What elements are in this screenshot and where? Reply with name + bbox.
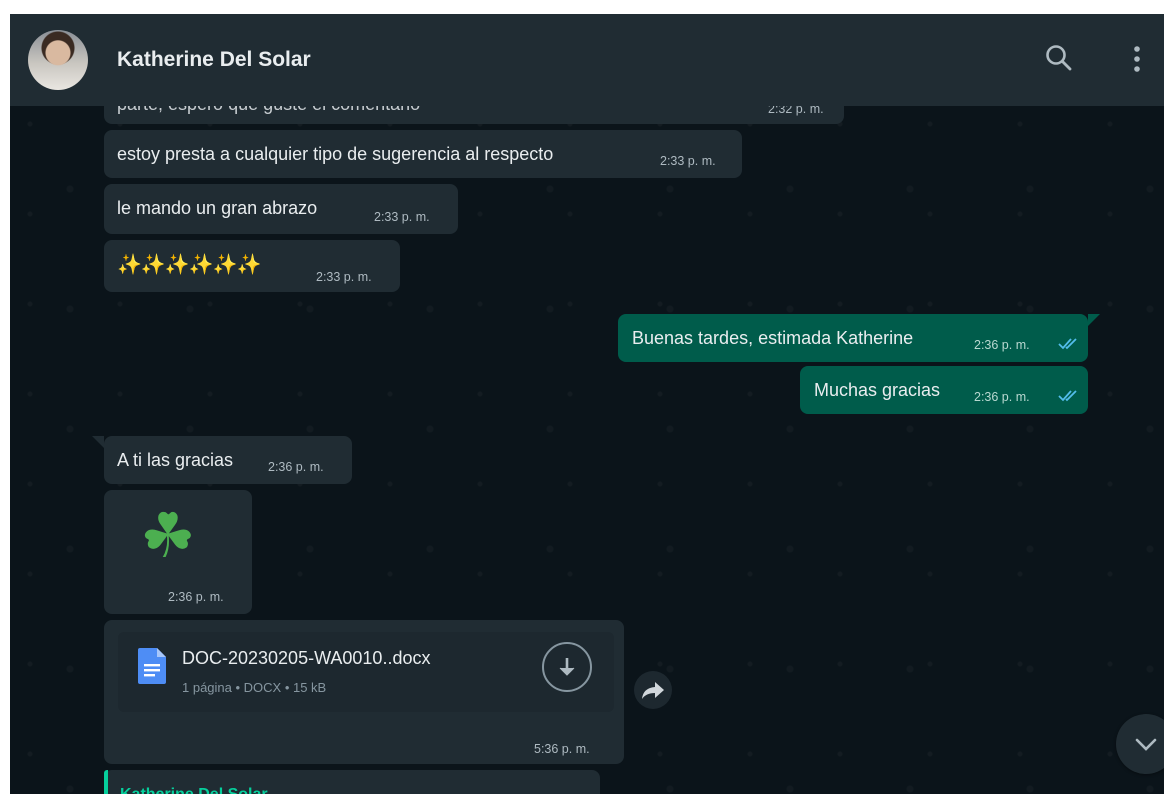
chat-window: Katherine Del Solar parte, espero que gu…: [10, 14, 1164, 794]
menu-icon[interactable]: [1128, 42, 1146, 76]
message-time: 2:33 p. m.: [316, 270, 372, 284]
chat-header: Katherine Del Solar: [10, 14, 1164, 106]
message-bubble-outgoing[interactable]: Buenas tardes, estimada Katherine 2:36 p…: [618, 314, 1088, 362]
download-icon: [559, 658, 575, 676]
bubble-tail: [1088, 314, 1100, 326]
message-time: 2:33 p. m.: [660, 154, 716, 168]
document-meta: 1 página • DOCX • 15 kB: [182, 680, 327, 695]
message-text: estoy presta a cualquier tipo de sugeren…: [117, 144, 554, 164]
forward-button[interactable]: [634, 671, 672, 709]
quoted-message[interactable]: Katherine Del Solar: [104, 770, 600, 794]
quote-accent-bar: [104, 770, 108, 794]
message-bubble-incoming[interactable]: ☘ 2:36 p. m.: [104, 490, 252, 614]
chevron-down-icon: [1135, 738, 1157, 751]
quote-sender: Katherine Del Solar: [120, 786, 268, 794]
document-filename: DOC-20230205-WA0010..docx: [182, 648, 431, 668]
message-time: 2:36 p. m.: [168, 590, 224, 604]
message-text: Muchas gracias: [814, 380, 941, 400]
read-receipt-icon: [1058, 338, 1077, 350]
contact-name[interactable]: Katherine Del Solar: [117, 48, 311, 72]
message-text: Buenas tardes, estimada Katherine: [632, 328, 914, 348]
message-time: 2:33 p. m.: [374, 210, 430, 224]
emoji-message: ☘: [140, 502, 196, 571]
scroll-down-button[interactable]: [1116, 714, 1164, 774]
message-bubble-incoming[interactable]: le mando un gran abrazo 2:33 p. m.: [104, 184, 458, 234]
message-text: A ti las gracias: [117, 450, 234, 470]
avatar[interactable]: [28, 30, 88, 90]
message-time: 2:36 p. m.: [974, 338, 1030, 352]
document-icon: [138, 648, 166, 684]
download-button[interactable]: [542, 642, 592, 692]
search-icon[interactable]: [1044, 42, 1074, 76]
message-text: le mando un gran abrazo: [117, 198, 318, 218]
read-receipt-icon: [1058, 390, 1077, 402]
message-time: 2:36 p. m.: [974, 390, 1030, 404]
message-time: 5:36 p. m.: [534, 742, 590, 756]
message-text: ✨✨✨✨✨✨: [117, 254, 261, 276]
message-bubble-incoming[interactable]: ✨✨✨✨✨✨ 2:33 p. m.: [104, 240, 400, 292]
document-preview[interactable]: DOC-20230205-WA0010..docx 1 página • DOC…: [118, 632, 614, 712]
message-bubble-outgoing[interactable]: Muchas gracias 2:36 p. m.: [800, 366, 1088, 414]
message-time: 2:36 p. m.: [268, 460, 324, 474]
document-message[interactable]: DOC-20230205-WA0010..docx 1 página • DOC…: [104, 620, 624, 764]
forward-icon: [642, 682, 664, 699]
message-bubble-incoming[interactable]: estoy presta a cualquier tipo de sugeren…: [104, 130, 742, 178]
message-bubble-incoming[interactable]: A ti las gracias 2:36 p. m.: [104, 436, 352, 484]
bubble-tail: [92, 436, 104, 448]
